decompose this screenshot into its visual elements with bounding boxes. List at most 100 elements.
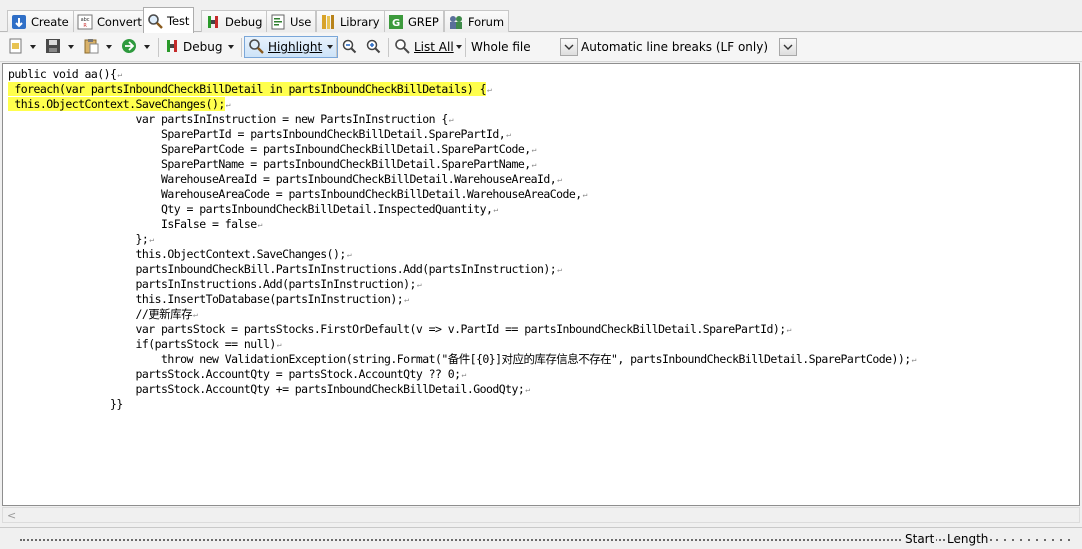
status-dot (1068, 539, 1070, 541)
code-line-text: this.InsertToDatabase(partsInInstruction… (8, 292, 404, 306)
status-dot (1004, 539, 1006, 541)
code-line: Qty = partsInboundCheckBillDetail.Inspec… (8, 202, 916, 217)
line-break-marker-icon: ↵ (487, 85, 492, 94)
code-line: this.InsertToDatabase(partsInInstruction… (8, 292, 916, 307)
debug-label: Debug (183, 40, 223, 54)
tab-label: Debug (225, 14, 263, 29)
highlight-button[interactable]: Highlight (244, 36, 339, 58)
scroll-left-arrow-icon[interactable]: < (7, 509, 16, 522)
line-breaks-value: Automatic line breaks (LF only) (581, 40, 769, 54)
test-subject-editor[interactable]: public void aa(){↵ foreach(var partsInbo… (2, 63, 1080, 506)
paste-button[interactable] (83, 36, 112, 58)
horizontal-scrollbar[interactable]: < (2, 507, 1080, 523)
find-next-button[interactable] (365, 36, 381, 58)
tab-label: Use (290, 14, 312, 29)
tab-label: Convert (97, 14, 142, 29)
tab-library[interactable]: Library (316, 10, 385, 32)
code-line-text: //更新库存 (8, 307, 193, 321)
scope-select[interactable]: Whole file (471, 36, 531, 58)
chevron-down-icon (327, 45, 334, 49)
code-line: partsStock.AccountQty = partsStock.Accou… (8, 367, 916, 382)
code-line: foreach(var partsInboundCheckBillDetail … (8, 82, 916, 97)
line-break-marker-icon: ↵ (346, 250, 352, 259)
tab-create[interactable]: Create (7, 10, 74, 32)
status-dot (1060, 539, 1062, 541)
line-breaks-dropdown-button[interactable] (779, 38, 797, 56)
chevron-down-icon (783, 44, 793, 50)
line-break-marker-icon: ↵ (276, 340, 282, 349)
code-line-text: if(partsStock == null) (8, 337, 276, 351)
code-line-text: this.ObjectContext.SaveChanges(); (8, 247, 346, 261)
code-line-text: WarehouseAreaCode = partsInboundCheckBil… (8, 187, 582, 201)
debug-button[interactable]: Debug (164, 36, 235, 58)
save-button[interactable] (45, 36, 74, 58)
line-break-marker-icon: ↵ (404, 295, 409, 304)
use-icon (270, 14, 286, 30)
list-magnifier-icon (394, 38, 410, 57)
status-length-label: Length (945, 532, 991, 546)
tab-label: GREP (408, 14, 439, 29)
line-break-marker-icon: ↵ (493, 205, 499, 214)
scope-dropdown-button[interactable] (560, 38, 578, 56)
code-line-text: partsInboundCheckBill.PartsInInstruction… (8, 262, 557, 276)
toolbar: Debug Highlight List All Whole file Auto… (0, 33, 1082, 62)
tab-bar: Create abc R Convert Test Debug Use Libra… (0, 0, 1082, 33)
line-break-marker-icon: ↵ (193, 310, 198, 319)
code-line-text: throw new ValidationException(string.For… (8, 352, 911, 366)
code-line-text: partsInInstructions.Add(partsInInstructi… (8, 277, 416, 291)
chevron-down-icon (144, 45, 150, 49)
code-line: if(partsStock == null)↵ (8, 337, 916, 352)
status-dot (1012, 539, 1014, 541)
status-dot (1028, 539, 1030, 541)
tab-use[interactable]: Use (266, 10, 317, 32)
web-button[interactable] (121, 36, 150, 58)
code-line: throw new ValidationException(string.For… (8, 352, 916, 367)
status-dot (1044, 539, 1046, 541)
code-line-text: WarehouseAreaId = partsInboundCheckBillD… (8, 172, 557, 186)
toolbar-separator (336, 38, 337, 57)
code-line-text: foreach(var partsInboundCheckBillDetail … (8, 82, 487, 96)
line-break-marker-icon: ↵ (786, 325, 792, 334)
status-dot (996, 539, 998, 541)
line-break-marker-icon: ↵ (557, 175, 562, 184)
find-previous-icon (341, 38, 357, 57)
code-line: WarehouseAreaId = partsInboundCheckBillD… (8, 172, 916, 187)
code-line: //更新库存↵ (8, 307, 916, 322)
line-break-marker-icon: ↵ (506, 130, 511, 139)
forum-icon (448, 14, 464, 30)
highlight-label: Highlight (268, 40, 323, 54)
list-all-button[interactable]: List All (394, 36, 462, 58)
code-line-text: public void aa(){ (8, 67, 117, 81)
test-magnifier-icon (147, 13, 163, 29)
tab-debug[interactable]: Debug (201, 10, 268, 32)
line-breaks-select[interactable]: Automatic line breaks (LF only) (581, 36, 768, 58)
find-next-icon (365, 38, 381, 57)
code-line: SparePartName = partsInboundCheckBillDet… (8, 157, 916, 172)
code-line-text: SparePartName = partsInboundCheckBillDet… (8, 157, 531, 171)
code-line-text: this.ObjectContext.SaveChanges(); (8, 97, 225, 111)
tab-forum[interactable]: Forum (444, 10, 509, 32)
library-icon (320, 14, 336, 30)
code-line-text: SparePartId = partsInboundCheckBillDetai… (8, 127, 506, 141)
convert-icon: abc R (77, 14, 93, 30)
globe-icon (121, 38, 137, 57)
line-break-marker-icon: ↵ (582, 190, 588, 199)
code-line: IsFalse = false↵ (8, 217, 916, 232)
code-line-text: IsFalse = false (8, 217, 257, 231)
status-start-label: Start (903, 532, 937, 546)
code-line: partsInInstructions.Add(partsInInstructi… (8, 277, 916, 292)
code-line: SparePartCode = partsInboundCheckBillDet… (8, 142, 916, 157)
tab-convert[interactable]: abc R Convert (73, 10, 147, 32)
tab-test[interactable]: Test (143, 7, 195, 33)
create-icon (11, 14, 27, 30)
chevron-down-icon (30, 45, 36, 49)
toolbar-separator (388, 38, 389, 57)
tab-grep[interactable]: G GREP (384, 10, 444, 32)
code-line: };↵ (8, 232, 916, 247)
chevron-down-icon (106, 45, 112, 49)
code-line: partsStock.AccountQty += partsInboundChe… (8, 382, 916, 397)
new-document-button[interactable] (8, 36, 36, 58)
svg-text:G: G (392, 18, 400, 29)
line-break-marker-icon: ↵ (117, 70, 123, 79)
find-previous-button[interactable] (341, 36, 357, 58)
